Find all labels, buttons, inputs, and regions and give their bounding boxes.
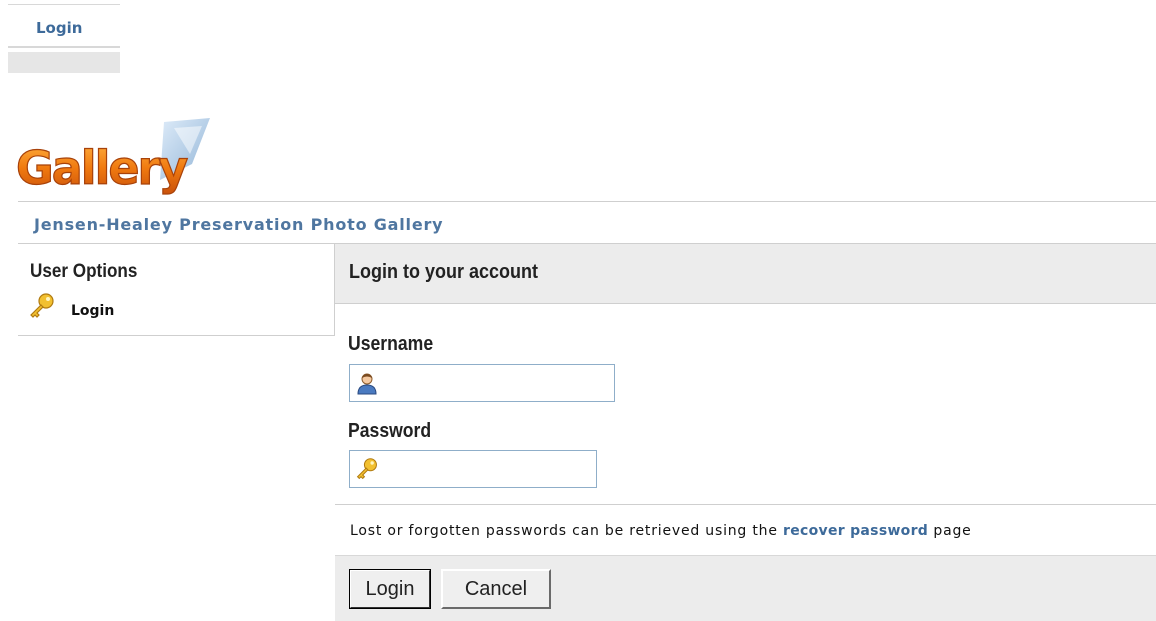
sidebar-item-label: Login: [71, 303, 115, 319]
sidebar-item-login[interactable]: Login: [28, 293, 178, 319]
help-text-before: Lost or forgotten passwords can be retri…: [350, 523, 783, 539]
username-label: Username: [348, 333, 434, 355]
top-tab-login[interactable]: Login: [36, 19, 82, 37]
divider: [335, 504, 1156, 505]
user-icon: [355, 371, 379, 395]
top-tab-bar: [8, 52, 120, 73]
main-header: Login to your account: [335, 243, 1156, 304]
key-icon: [355, 457, 379, 481]
site-title-bar: Jensen-Healey Preservation Photo Gallery: [18, 201, 1156, 243]
username-input[interactable]: [386, 369, 610, 399]
help-text: Lost or forgotten passwords can be retri…: [350, 523, 972, 539]
recover-password-link[interactable]: recover password: [783, 523, 928, 539]
username-field[interactable]: [349, 364, 615, 402]
page-title: Login to your account: [349, 261, 538, 283]
button-bar: Login Cancel: [335, 555, 1156, 621]
key-icon: [28, 293, 56, 319]
gallery-logo[interactable]: Gallery: [14, 118, 214, 198]
help-text-after: page: [928, 523, 972, 539]
sidebar: User Options Login: [18, 243, 335, 336]
password-input[interactable]: [386, 455, 592, 485]
top-tab: Login: [8, 4, 120, 48]
site-title[interactable]: Jensen-Healey Preservation Photo Gallery: [34, 215, 443, 234]
login-button[interactable]: Login: [349, 569, 431, 609]
cancel-button[interactable]: Cancel: [441, 569, 551, 609]
password-field[interactable]: [349, 450, 597, 488]
sidebar-title: User Options: [30, 261, 138, 282]
password-label: Password: [348, 420, 432, 442]
logo-text: Gallery: [16, 141, 188, 195]
